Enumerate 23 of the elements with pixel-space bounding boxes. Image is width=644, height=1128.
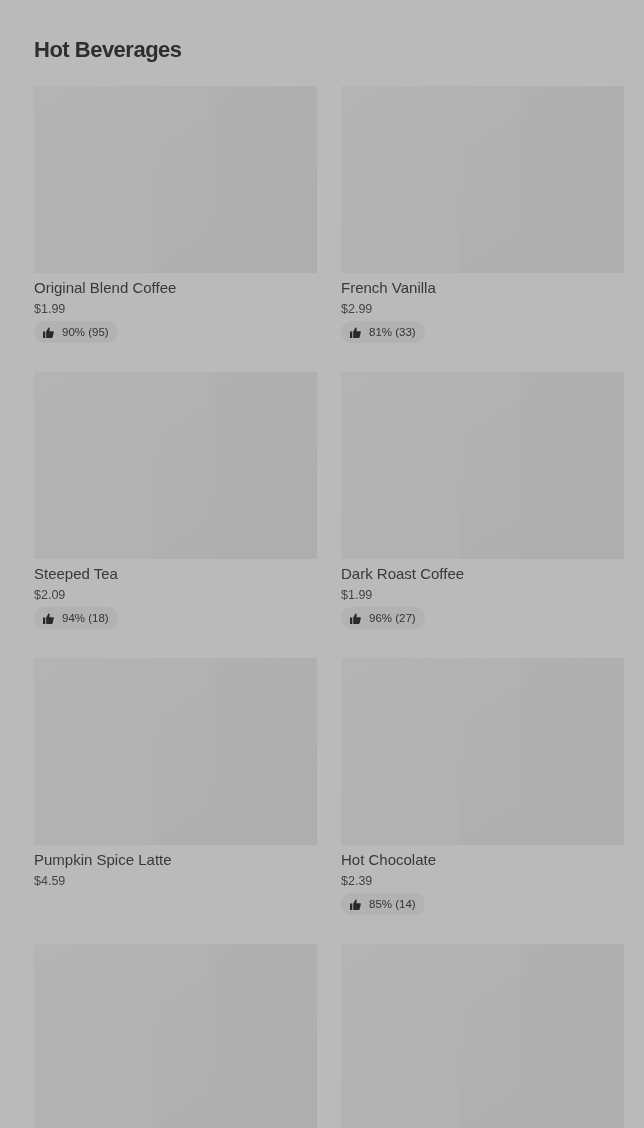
- item-name[interactable]: French Vanilla: [341, 279, 436, 297]
- item-price: $1.99: [34, 301, 66, 317]
- rating-text: 94% (18): [62, 612, 109, 624]
- thumbs-up-icon: [350, 612, 361, 624]
- rating-text: 85% (14): [369, 898, 416, 910]
- rating-text: 96% (27): [369, 612, 416, 624]
- section-title: Hot Beverages: [34, 36, 183, 64]
- item-name[interactable]: Hot Chocolate: [341, 851, 437, 869]
- item-price: $2.99: [341, 301, 373, 317]
- thumbs-up-icon: [43, 326, 54, 338]
- rating-text: 81% (33): [369, 326, 416, 338]
- item-name[interactable]: Dark Roast Coffee: [341, 565, 465, 583]
- thumbs-up-icon: [43, 612, 54, 624]
- item-name[interactable]: Steeped Tea: [34, 565, 118, 583]
- thumbs-up-icon: [350, 898, 361, 910]
- item-name[interactable]: Original Blend Coffee: [34, 279, 177, 297]
- item-price: $4.59: [34, 873, 66, 889]
- rating-text: 90% (95): [62, 326, 109, 338]
- thumbs-up-icon: [350, 326, 361, 338]
- item-name[interactable]: Pumpkin Spice Latte: [34, 851, 172, 869]
- item-price: $2.39: [341, 873, 373, 889]
- item-price: $2.09: [34, 587, 66, 603]
- item-price: $1.99: [341, 587, 373, 603]
